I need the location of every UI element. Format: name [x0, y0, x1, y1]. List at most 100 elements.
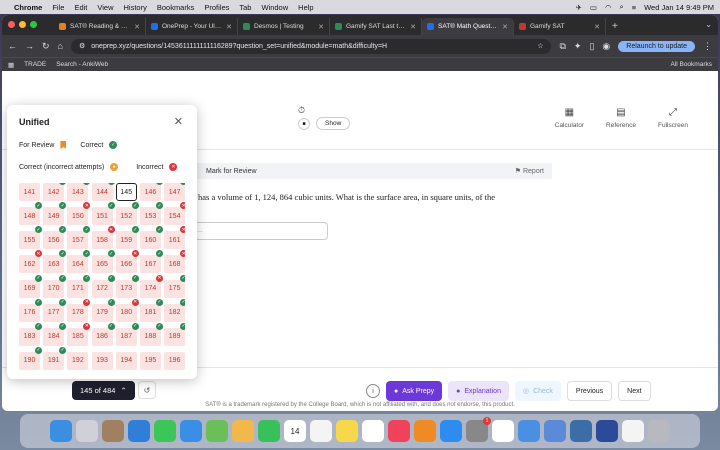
question-cell[interactable]: 184 ✓	[43, 322, 67, 346]
question-cell[interactable]: 156 ✓	[43, 226, 67, 250]
question-cell[interactable]: 177 ✓	[43, 298, 67, 322]
question-counter-button[interactable]: 145 of 484 ⌃	[72, 381, 135, 400]
question-cell[interactable]: 190 ✓	[19, 346, 42, 370]
previous-button[interactable]: Previous	[566, 381, 613, 401]
question-cell[interactable]: 193	[91, 351, 113, 370]
apps-grid-icon[interactable]: ▦	[8, 61, 14, 69]
mark-for-review-button[interactable]: Mark for Review	[206, 168, 257, 175]
tab-1[interactable]: OnePrep - Your Ultimate ✕	[146, 18, 238, 35]
fullscreen-button[interactable]: ⤢ Fullscreen	[658, 107, 688, 129]
question-cell[interactable]: 143 ✓	[67, 183, 91, 201]
minimize-window-button[interactable]	[19, 21, 26, 28]
bookmark-star-icon[interactable]: ☆	[537, 42, 543, 50]
question-cell[interactable]: 194	[115, 351, 137, 370]
question-cell[interactable]: 155 ✓	[19, 226, 42, 250]
messages-icon[interactable]	[154, 420, 176, 442]
question-cell[interactable]: 171 ✓	[67, 274, 91, 298]
search-icon[interactable]: ⌕	[620, 2, 624, 12]
wifi-icon[interactable]: ◠	[605, 3, 612, 12]
question-cell[interactable]: 150 ✕	[67, 202, 91, 226]
report-button[interactable]: ⚑ Report	[515, 167, 544, 175]
chevron-down-icon[interactable]: ⌄	[705, 20, 712, 29]
site-info-icon[interactable]: ⚙	[79, 42, 85, 50]
tab-0[interactable]: SAT® Reading & Writing✕	[54, 18, 146, 35]
question-cell[interactable]: 176 ✓	[19, 298, 42, 322]
home-icon[interactable]: ⌂	[58, 41, 63, 51]
airplane-icon[interactable]: ✈	[576, 3, 582, 12]
close-tab-icon[interactable]: ✕	[410, 23, 416, 31]
question-cell[interactable]: 175 ✓	[164, 274, 185, 298]
close-window-button[interactable]	[8, 21, 15, 28]
menu-kebab-icon[interactable]: ⋮	[703, 41, 712, 52]
finder-window-icon[interactable]	[570, 420, 592, 442]
question-cell[interactable]: 141	[19, 183, 40, 201]
question-cell[interactable]: 183 ✓	[19, 322, 42, 346]
question-cell[interactable]: 147 ✓	[164, 183, 185, 201]
menu-file[interactable]: File	[52, 3, 64, 12]
facetime-icon[interactable]	[258, 420, 280, 442]
question-cell[interactable]: 152 ✓	[115, 202, 139, 226]
question-cell[interactable]: 151 ✓	[91, 202, 115, 226]
send-icon[interactable]	[596, 420, 618, 442]
back-icon[interactable]: ←	[8, 41, 17, 51]
menu-app-name[interactable]: Chrome	[14, 3, 42, 12]
notes-app-icon[interactable]	[102, 420, 124, 442]
question-cell[interactable]: 145	[115, 183, 137, 201]
question-cell[interactable]: 170 ✓	[43, 274, 67, 298]
question-cell[interactable]: 169 ✓	[19, 274, 42, 298]
question-cell[interactable]: 149 ✓	[43, 202, 67, 226]
question-cell[interactable]: 160 ✓	[139, 226, 163, 250]
tab-5[interactable]: Gamify SAT ✕	[514, 18, 606, 35]
clock[interactable]: Wed Jan 14 9:49 PM	[644, 3, 714, 12]
reminders-icon[interactable]	[310, 420, 332, 442]
question-cell[interactable]: 195	[139, 351, 161, 370]
menu-edit[interactable]: Edit	[74, 3, 87, 12]
calendar-icon[interactable]: 14	[284, 420, 306, 442]
question-cell[interactable]: 162 ✕	[19, 250, 42, 274]
menu-help[interactable]: Help	[298, 3, 313, 12]
question-cell[interactable]: 157 ✓	[67, 226, 91, 250]
finder-icon[interactable]	[50, 420, 72, 442]
question-cell[interactable]: 174 ✕	[139, 274, 163, 298]
question-cell[interactable]: 187 ✓	[115, 322, 139, 346]
url-text[interactable]: oneprep.xyz/questions/145361111111111628…	[91, 43, 531, 50]
history-button[interactable]: ↺	[138, 381, 156, 399]
question-cell[interactable]: 172 ✓	[91, 274, 115, 298]
close-tab-icon[interactable]: ✕	[502, 23, 508, 31]
all-bookmarks-button[interactable]: All Bookmarks	[670, 61, 712, 68]
document-icon[interactable]	[622, 420, 644, 442]
question-cell[interactable]: 188 ✓	[139, 322, 163, 346]
safari-icon[interactable]	[128, 420, 150, 442]
menu-window[interactable]: Window	[261, 3, 288, 12]
menu-tab[interactable]: Tab	[239, 3, 251, 12]
question-cell[interactable]: 185 ✕	[67, 322, 91, 346]
question-cell[interactable]: 191 ✓	[43, 346, 67, 370]
chrome-icon[interactable]	[492, 420, 514, 442]
reference-button[interactable]: ▤ Reference	[606, 107, 636, 129]
address-bar[interactable]: ⚙ oneprep.xyz/questions/1453611111111116…	[70, 38, 552, 54]
mail-icon[interactable]	[180, 420, 202, 442]
question-cell[interactable]: 154 ✕	[164, 202, 185, 226]
question-cell[interactable]: 142 ✓	[43, 183, 67, 201]
check-button[interactable]: ◎ Check	[514, 381, 561, 401]
question-cell[interactable]: 196	[164, 351, 185, 370]
trash-icon[interactable]	[648, 420, 670, 442]
question-cell[interactable]: 146 ✓	[139, 183, 163, 201]
calculator-button[interactable]: ▦ Calculator	[555, 107, 584, 129]
preview-icon[interactable]	[544, 420, 566, 442]
zoom-window-button[interactable]	[30, 21, 37, 28]
question-cell[interactable]: 144 ✓	[91, 183, 115, 201]
explanation-button[interactable]: ● Explanation	[448, 381, 509, 401]
freeform-icon[interactable]	[362, 420, 384, 442]
tab-4[interactable]: SAT® Math Question ba✕	[422, 18, 514, 35]
tab-2[interactable]: Desmos | Testing ✕	[238, 18, 330, 35]
bookmark-ankiweb[interactable]: Search - AnkiWeb	[56, 61, 108, 68]
question-cell[interactable]: 178 ✕	[67, 298, 91, 322]
menu-bookmarks[interactable]: Bookmarks	[157, 3, 195, 12]
extension-icon[interactable]: ⧉	[559, 41, 565, 52]
sidebar-icon[interactable]: ▯	[589, 41, 594, 52]
ask-prepy-button[interactable]: ● Ask Prepy	[386, 381, 443, 401]
question-cell[interactable]: 173 ✓	[115, 274, 139, 298]
xcode-icon[interactable]	[518, 420, 540, 442]
answer-input[interactable]: ...	[190, 222, 328, 240]
